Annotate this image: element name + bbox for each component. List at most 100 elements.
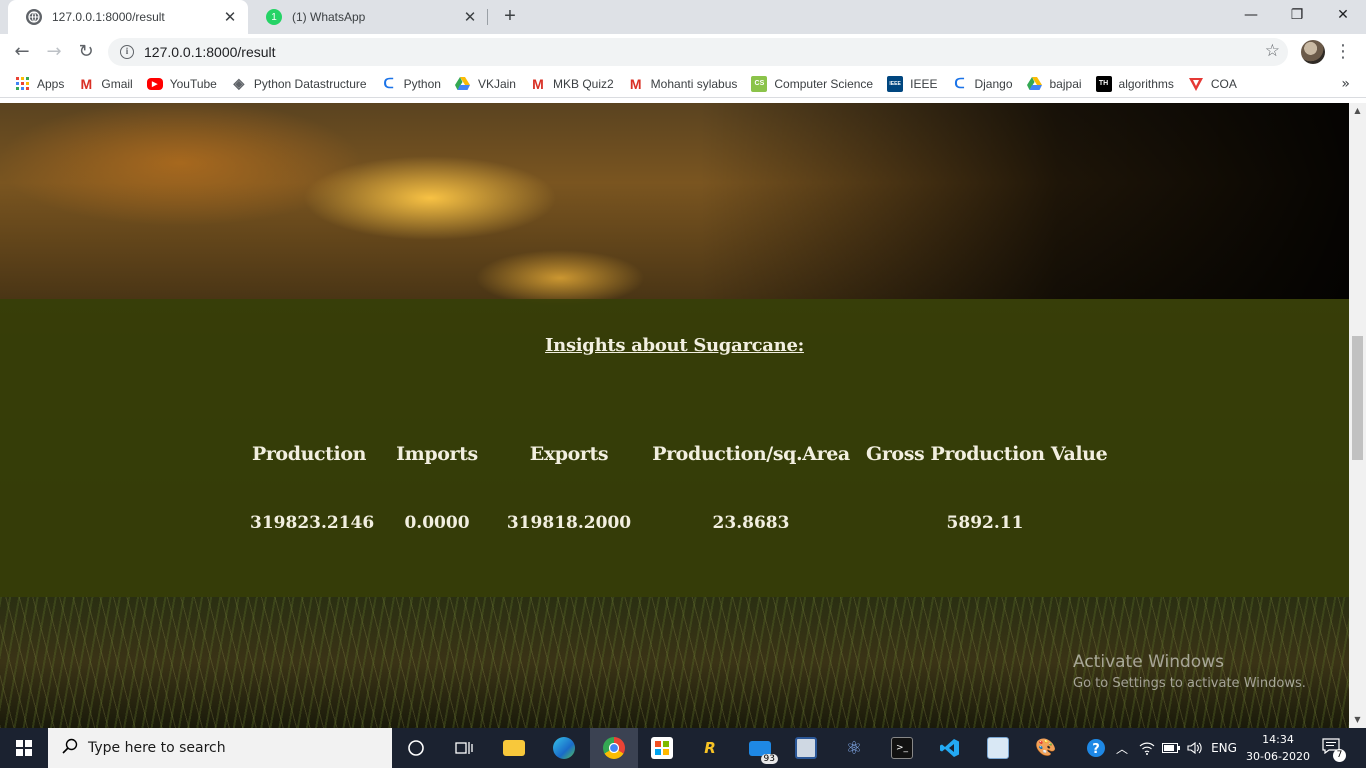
ieee-icon: IEEE [887, 75, 904, 92]
reload-button[interactable]: ↻ [72, 38, 100, 66]
scroll-up-arrow-icon[interactable]: ▲ [1349, 103, 1366, 119]
cortana-button[interactable] [392, 728, 440, 768]
taskbar-paint[interactable]: 🎨 [1022, 728, 1070, 768]
scroll-thumb[interactable] [1352, 336, 1363, 460]
language-indicator[interactable]: ENG [1208, 728, 1240, 768]
tab-result[interactable]: 127.0.0.1:8000/result ✕ [8, 0, 248, 34]
computer-science-icon: CS [751, 75, 768, 92]
bookmark-python-datastructure[interactable]: ◈ Python Datastructure [231, 75, 367, 92]
cortana-icon [405, 737, 427, 759]
bookmark-label: COA [1210, 76, 1237, 91]
whatsapp-icon: 1 [266, 9, 282, 25]
minimize-button[interactable]: — [1228, 0, 1274, 30]
coa-icon [1188, 76, 1204, 92]
bookmark-mohanti-sylabus[interactable]: M Mohanti sylabus [628, 76, 738, 92]
help-tray-icon[interactable]: ? [1084, 728, 1108, 768]
tab-strip: 127.0.0.1:8000/result ✕ 1 (1) WhatsApp ✕… [0, 0, 1366, 34]
windows-taskbar: Type here to search R 93 ⚛ >_ 🎨 ? ︿ ENG … [0, 728, 1366, 768]
new-tab-button[interactable]: + [498, 5, 522, 29]
show-hidden-icons-chevron-icon[interactable]: ︿ [1112, 728, 1132, 768]
taskbar-mail[interactable]: 93 [736, 728, 784, 768]
stat-imports: Imports 0.0000 [388, 299, 486, 597]
th-icon: TH [1095, 75, 1112, 92]
start-button[interactable] [0, 728, 48, 768]
bookmark-django[interactable]: ᑕ Django [951, 75, 1013, 92]
tab-divider [487, 9, 488, 25]
task-view-icon [453, 737, 475, 759]
stat-production: Production 319823.2146 [250, 299, 375, 597]
taskbar-chrome[interactable] [590, 728, 638, 768]
bookmark-label: Python Datastructure [253, 76, 367, 91]
taskbar-store[interactable] [638, 728, 686, 768]
watermark-title: Activate Windows [1073, 652, 1224, 672]
bookmark-label: Django [974, 76, 1013, 91]
restore-button[interactable]: ❐ [1274, 0, 1320, 30]
page-scrollbar[interactable]: ▲ ▼ [1349, 103, 1366, 728]
bookmark-star-icon[interactable]: ☆ [1265, 41, 1280, 61]
image-viewer-icon [987, 737, 1009, 759]
stat-gross-production-value: Gross Production Value 5892.11 [866, 299, 1108, 597]
battery-icon[interactable] [1160, 728, 1182, 768]
task-view-button[interactable] [440, 728, 488, 768]
edge-icon [553, 737, 575, 759]
search-icon [62, 738, 78, 758]
scroll-down-arrow-icon[interactable]: ▼ [1349, 712, 1366, 728]
search-placeholder: Type here to search [88, 740, 226, 756]
bookmark-computer-science[interactable]: CS Computer Science [751, 75, 873, 92]
close-tab-icon[interactable]: ✕ [222, 8, 238, 26]
back-button[interactable]: ← [8, 38, 36, 66]
bookmark-ieee[interactable]: IEEE IEEE [887, 75, 937, 92]
volume-icon[interactable] [1184, 728, 1206, 768]
wifi-icon[interactable] [1136, 728, 1158, 768]
taskbar-word-viewer[interactable] [782, 728, 830, 768]
taskbar-image-viewer[interactable] [974, 728, 1022, 768]
taskbar-vscode[interactable] [926, 728, 974, 768]
bookmark-mkb-quiz2[interactable]: M MKB Quiz2 [530, 76, 614, 92]
clock-date: 30-06-2020 [1246, 750, 1310, 763]
bookmark-python[interactable]: ᑕ Python [381, 75, 441, 92]
browser-menu-icon[interactable]: ⋮ [1334, 38, 1352, 66]
bookmark-gmail[interactable]: M Gmail [78, 76, 133, 92]
stat-label: Imports [396, 443, 478, 465]
taskbar-file-explorer[interactable] [490, 728, 538, 768]
taskbar-search-box[interactable]: Type here to search [48, 728, 392, 768]
bookmark-coa[interactable]: COA [1188, 76, 1237, 92]
bookmark-algorithms[interactable]: TH algorithms [1095, 75, 1174, 92]
taskbar-command-prompt[interactable]: >_ [878, 728, 926, 768]
activate-windows-watermark: Activate Windows Go to Settings to activ… [1073, 652, 1306, 691]
bookmark-youtube[interactable]: ▶ YouTube [146, 76, 217, 91]
info-icon[interactable]: i [120, 45, 134, 59]
bookmarks-overflow-button[interactable]: » [1341, 76, 1350, 92]
stat-value: 319823.2146 [250, 513, 375, 533]
taskbar-network-app[interactable]: ⚛ [830, 728, 878, 768]
bookmark-vkjain[interactable]: VKJain [455, 76, 516, 92]
stat-value: 5892.11 [946, 513, 1024, 533]
chrome-icon [603, 737, 625, 759]
stat-value: 0.0000 [404, 513, 470, 533]
bookmark-label: bajpai [1049, 76, 1082, 91]
bookmark-label: Mohanti sylabus [650, 76, 738, 91]
taskbar-rstudio[interactable]: R [686, 728, 734, 768]
address-bar[interactable]: i 127.0.0.1:8000/result ☆ [108, 38, 1288, 66]
bookmark-label: Python [403, 76, 441, 91]
action-center-button[interactable]: 7 [1322, 738, 1346, 762]
close-window-button[interactable]: ✕ [1320, 0, 1366, 30]
bookmarks-bar: Apps M Gmail ▶ YouTube ◈ Python Datastru… [0, 70, 1366, 98]
forward-button[interactable]: → [40, 38, 68, 66]
stat-value: 23.8683 [712, 513, 790, 533]
diamond-icon: ◈ [233, 75, 245, 91]
taskbar-clock[interactable]: 14:34 30-06-2020 [1244, 731, 1312, 765]
windows-logo-icon [16, 740, 32, 756]
stat-label: Gross Production Value [866, 443, 1108, 465]
close-tab-icon[interactable]: ✕ [462, 8, 478, 26]
bookmark-label: YouTube [169, 76, 217, 91]
bookmark-apps[interactable]: Apps [14, 76, 64, 92]
gmail-icon: M [532, 75, 544, 92]
taskbar-edge[interactable] [540, 728, 588, 768]
profile-avatar[interactable] [1301, 40, 1325, 64]
browser-toolbar: ← → ↻ i 127.0.0.1:8000/result ☆ ⋮ [0, 34, 1366, 70]
stat-exports: Exports 319818.2000 [505, 299, 633, 597]
tab-whatsapp[interactable]: 1 (1) WhatsApp ✕ [248, 0, 488, 34]
bookmark-label: Apps [37, 76, 65, 91]
bookmark-bajpai[interactable]: bajpai [1027, 76, 1082, 92]
